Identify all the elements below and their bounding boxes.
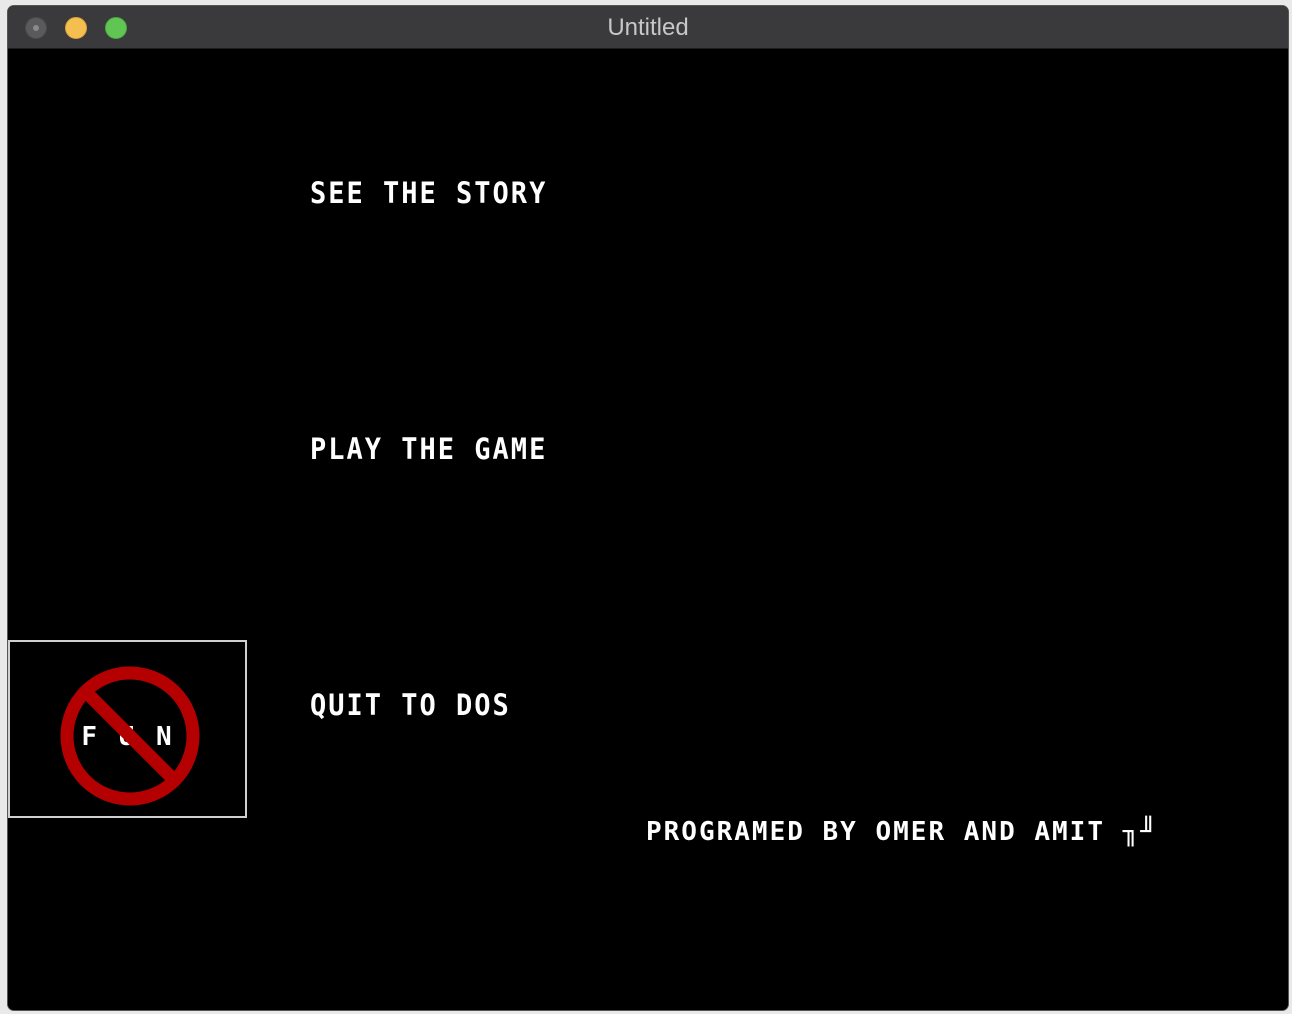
game-screen: SEE THE STORY PLAY THE GAME QUIT TO DOS … [8,49,1288,1010]
no-fun-logo: F U N [8,640,247,818]
menu-see-the-story[interactable]: SEE THE STORY [310,177,547,210]
window-title: Untitled [607,14,689,41]
app-window: Untitled SEE THE STORY PLAY THE GAME QUI… [8,6,1288,1010]
no-fun-prohibition-icon: F U N [60,666,200,806]
menu-quit-to-dos[interactable]: QUIT TO DOS [310,689,511,722]
credits-text: PROGRAMED BY OMER AND AMIT ╖╜ [646,817,1158,847]
menu-play-the-game[interactable]: PLAY THE GAME [310,433,547,466]
window-titlebar[interactable]: Untitled [8,6,1288,49]
